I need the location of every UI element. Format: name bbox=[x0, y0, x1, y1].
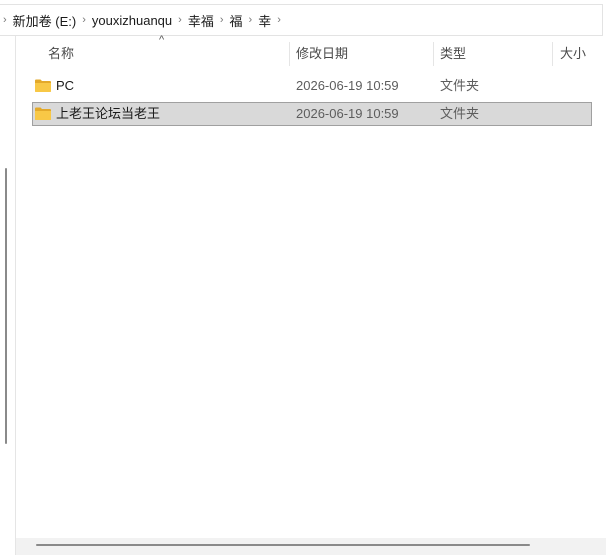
breadcrumb-chevron-icon[interactable]: › bbox=[0, 14, 10, 26]
horizontal-scrollbar-thumb[interactable] bbox=[36, 544, 530, 546]
navigation-pane-edge bbox=[0, 36, 16, 555]
file-row-selected[interactable]: 上老王论坛当老王 2026-06-19 10:59 文件夹 bbox=[32, 102, 592, 126]
column-divider[interactable] bbox=[433, 42, 434, 66]
column-header-size[interactable]: 大小 bbox=[560, 38, 586, 68]
column-headers: ^ 名称 修改日期 类型 大小 bbox=[18, 34, 603, 68]
column-divider[interactable] bbox=[552, 42, 553, 66]
file-row[interactable]: PC 2026-06-19 10:59 文件夹 bbox=[32, 74, 592, 98]
file-name: 上老王论坛当老王 bbox=[56, 106, 161, 121]
breadcrumb-item-fu[interactable]: 福 bbox=[227, 11, 246, 30]
folder-icon bbox=[35, 107, 51, 120]
folder-icon bbox=[35, 79, 51, 92]
file-modified: 2026-06-19 10:59 bbox=[296, 78, 399, 93]
breadcrumb-item-drive[interactable]: 新加卷 (E:) bbox=[10, 11, 80, 30]
file-name: PC bbox=[56, 78, 75, 93]
breadcrumb-chevron-icon[interactable]: › bbox=[79, 14, 89, 26]
breadcrumb-item-xing[interactable]: 幸 bbox=[255, 11, 274, 30]
breadcrumb-chevron-icon[interactable]: › bbox=[217, 14, 227, 26]
breadcrumb-item-youxizhuanqu[interactable]: youxizhuanqu bbox=[89, 13, 175, 28]
horizontal-scrollbar-track[interactable] bbox=[16, 538, 606, 555]
file-modified: 2026-06-19 10:59 bbox=[296, 106, 399, 121]
navigation-scrollbar[interactable] bbox=[5, 168, 7, 444]
column-header-modified[interactable]: 修改日期 bbox=[296, 38, 348, 68]
breadcrumb-chevron-icon[interactable]: › bbox=[175, 14, 185, 26]
file-explorer-window: › 新加卷 (E:) › youxizhuanqu › 幸福 › 福 › 幸 ›… bbox=[0, 0, 606, 555]
column-divider[interactable] bbox=[289, 42, 290, 66]
file-type: 文件夹 bbox=[440, 78, 480, 93]
sort-ascending-icon: ^ bbox=[159, 34, 165, 46]
breadcrumb-chevron-icon[interactable]: › bbox=[246, 14, 256, 26]
breadcrumb-item-xingfu[interactable]: 幸福 bbox=[185, 11, 217, 30]
column-header-type[interactable]: 类型 bbox=[440, 38, 466, 68]
file-type: 文件夹 bbox=[440, 106, 480, 121]
breadcrumb-chevron-icon[interactable]: › bbox=[274, 14, 284, 26]
column-header-name[interactable]: 名称 bbox=[48, 38, 74, 68]
breadcrumb: › 新加卷 (E:) › youxizhuanqu › 幸福 › 福 › 幸 › bbox=[0, 4, 603, 36]
